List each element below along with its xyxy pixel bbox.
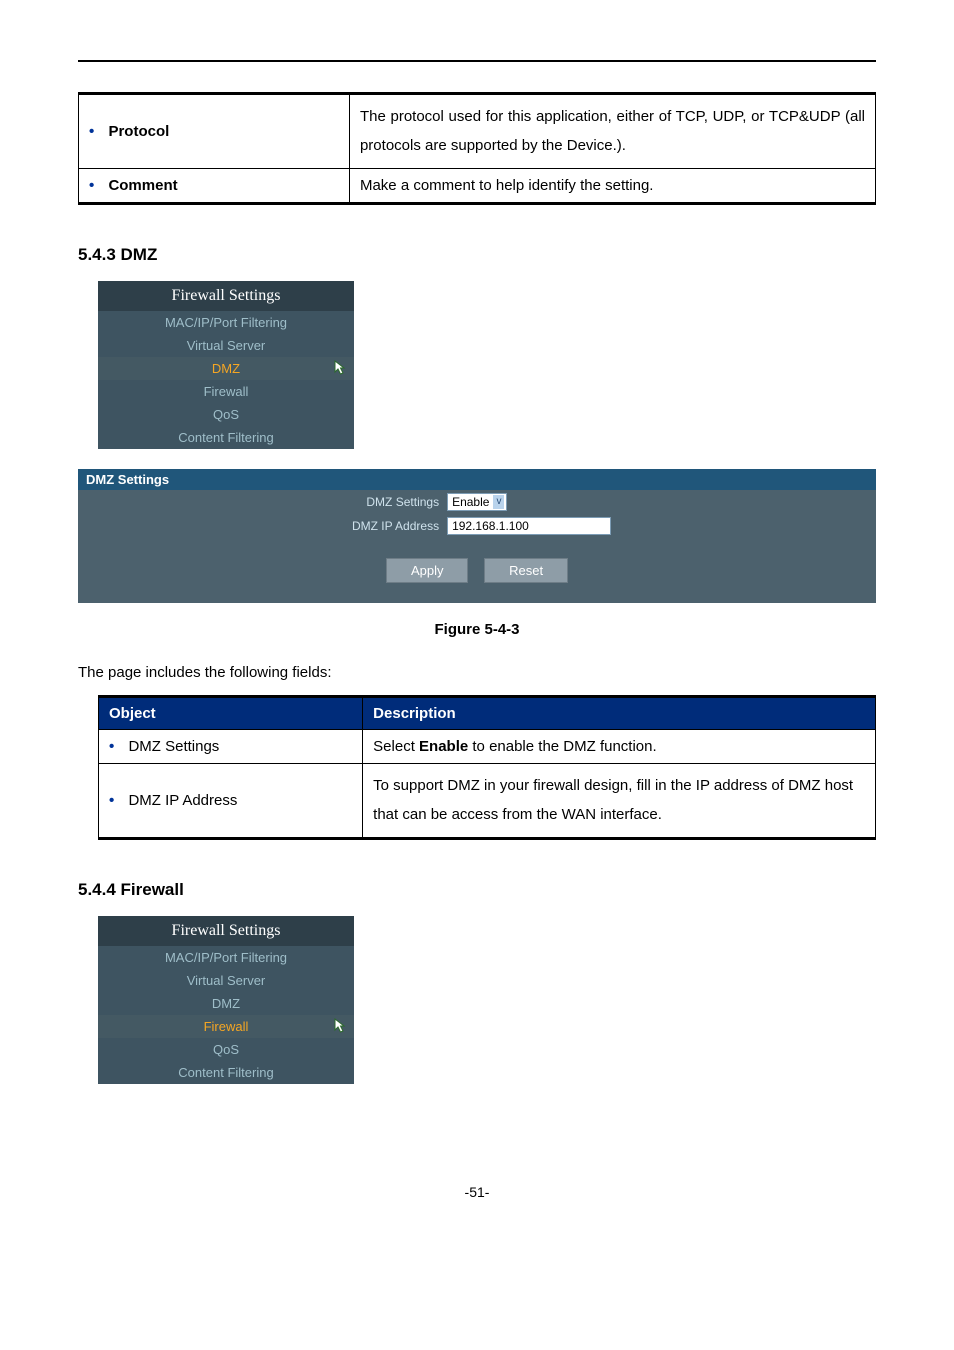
section-heading-dmz: 5.4.3 DMZ (78, 245, 876, 265)
cursor-icon (330, 1017, 350, 1037)
menu-item-label: Firewall (204, 1019, 249, 1034)
menu-item-qos[interactable]: QoS (98, 403, 354, 426)
menu-item-content-filtering[interactable]: Content Filtering (98, 426, 354, 449)
menu-item-firewall[interactable]: Firewall (98, 1015, 354, 1038)
col-header-object: Object (99, 697, 363, 730)
row-label: • DMZ IP Address (99, 764, 363, 839)
row-desc: To support DMZ in your firewall design, … (363, 764, 876, 839)
page-top-rule (78, 60, 876, 62)
menu-item-label: DMZ (212, 361, 240, 376)
page-number: -51- (78, 1184, 876, 1200)
bullet-icon: • (109, 738, 124, 755)
firewall-settings-menu: Firewall Settings MAC/IP/Port Filtering … (98, 281, 354, 449)
firewall-settings-menu-2: Firewall Settings MAC/IP/Port Filtering … (98, 916, 354, 1084)
row-label-text: Protocol (108, 123, 169, 140)
dmz-settings-label: DMZ Settings (78, 495, 445, 509)
menu-header: Firewall Settings (98, 281, 354, 311)
menu-item-virtual-server[interactable]: Virtual Server (98, 334, 354, 357)
apply-button[interactable]: Apply (386, 558, 469, 583)
row-label: • DMZ Settings (99, 730, 363, 764)
dmz-ip-input[interactable]: 192.168.1.100 (447, 517, 611, 535)
dmz-settings-select[interactable]: Enable v (447, 493, 507, 511)
row-desc: The protocol used for this application, … (349, 94, 875, 169)
panel-title: DMZ Settings (78, 469, 876, 490)
row-label: • Comment (79, 169, 350, 204)
row-label-text: DMZ Settings (128, 738, 219, 755)
menu-item-qos[interactable]: QoS (98, 1038, 354, 1061)
protocol-comment-table: • Protocol The protocol used for this ap… (78, 92, 876, 205)
menu-item-mac-ip-port-filtering[interactable]: MAC/IP/Port Filtering (98, 946, 354, 969)
bullet-icon: • (89, 123, 104, 140)
col-header-description: Description (363, 697, 876, 730)
reset-button[interactable]: Reset (484, 558, 568, 583)
menu-item-firewall[interactable]: Firewall (98, 380, 354, 403)
bullet-icon: • (89, 177, 104, 194)
fields-intro: The page includes the following fields: (78, 664, 876, 681)
row-label: • Protocol (79, 94, 350, 169)
menu-item-dmz[interactable]: DMZ (98, 357, 354, 380)
figure-caption: Figure 5-4-3 (78, 621, 876, 638)
menu-item-virtual-server[interactable]: Virtual Server (98, 969, 354, 992)
object-description-table: Object Description • DMZ Settings Select… (98, 695, 876, 840)
menu-item-content-filtering[interactable]: Content Filtering (98, 1061, 354, 1084)
row-desc: Make a comment to help identify the sett… (349, 169, 875, 204)
section-heading-firewall: 5.4.4 Firewall (78, 880, 876, 900)
menu-header: Firewall Settings (98, 916, 354, 946)
bullet-icon: • (109, 792, 124, 809)
row-label-text: Comment (108, 177, 177, 194)
dmz-settings-panel: DMZ Settings DMZ Settings Enable v DMZ I… (78, 469, 876, 603)
row-desc: Select Enable to enable the DMZ function… (363, 730, 876, 764)
menu-item-mac-ip-port-filtering[interactable]: MAC/IP/Port Filtering (98, 311, 354, 334)
dmz-ip-label: DMZ IP Address (78, 519, 445, 533)
dmz-settings-select-value: Enable (452, 495, 489, 509)
chevron-down-icon: v (493, 495, 504, 509)
row-label-text: DMZ IP Address (128, 792, 237, 809)
menu-item-dmz[interactable]: DMZ (98, 992, 354, 1015)
cursor-icon (330, 359, 350, 379)
